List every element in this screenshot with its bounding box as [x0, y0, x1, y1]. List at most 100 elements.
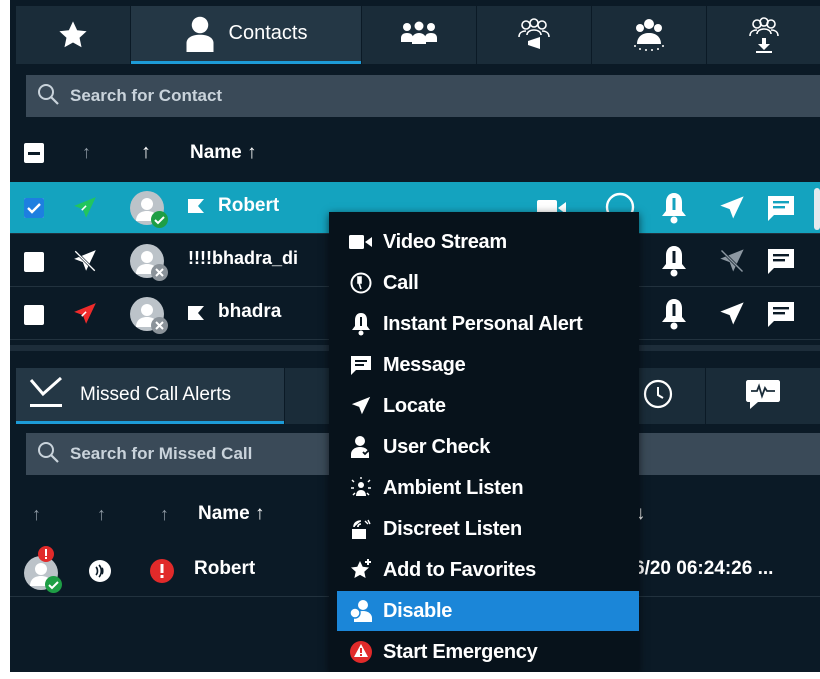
- message-icon[interactable]: [766, 193, 796, 228]
- disable-user-icon: [349, 599, 373, 623]
- menu-item-label: Call: [383, 271, 419, 294]
- user-check-icon: [349, 435, 373, 459]
- offline-badge-icon: [151, 317, 168, 334]
- sort-col3-icon[interactable]: ↑: [160, 504, 169, 525]
- tab-groups[interactable]: [362, 6, 476, 64]
- contact-search-placeholder: Search for Contact: [70, 86, 223, 105]
- tab-contacts-label: Contacts: [228, 22, 308, 44]
- missed-name-column-header[interactable]: Name ↑: [198, 503, 265, 525]
- row-checkbox[interactable]: [24, 252, 44, 272]
- search-icon: [36, 440, 60, 469]
- flag-icon: [188, 199, 204, 218]
- talkgroup-icon: [629, 16, 669, 54]
- locate-icon[interactable]: [718, 194, 746, 227]
- sort-col1-icon[interactable]: ↑: [32, 504, 41, 525]
- download-group-icon: [744, 16, 784, 54]
- audio-icon: [88, 559, 112, 588]
- tab-contacts[interactable]: Contacts: [131, 6, 361, 64]
- menu-item-label: Start Emergency: [383, 640, 538, 663]
- online-badge-icon: [45, 576, 62, 593]
- ambient-listen-icon: [349, 476, 373, 500]
- menu-item-disable[interactable]: Disable: [337, 591, 639, 631]
- tab-download-groups[interactable]: [707, 6, 820, 64]
- row-checkbox[interactable]: [24, 198, 44, 218]
- broadcast-group-icon: [514, 17, 554, 53]
- avatar: [130, 297, 168, 334]
- online-badge-icon: [151, 211, 168, 228]
- search-icon: [36, 82, 60, 111]
- missed-call-icon: [28, 374, 64, 415]
- avatar: [24, 546, 62, 593]
- no-location-icon[interactable]: [718, 247, 746, 280]
- row-checkbox[interactable]: [24, 305, 44, 325]
- menu-item-ambient-listen[interactable]: Ambient Listen: [337, 468, 639, 508]
- scrollbar-thumb[interactable]: [814, 188, 820, 230]
- audio-message-icon: [744, 378, 782, 415]
- menu-item-label: Message: [383, 353, 466, 376]
- sort-avatar-icon[interactable]: ↑: [141, 141, 151, 164]
- menu-item-label: Disable: [383, 599, 453, 622]
- top-tab-bar: Contacts: [10, 0, 820, 66]
- contact-search-input[interactable]: Search for Contact: [26, 75, 820, 117]
- menu-item-label: Video Stream: [383, 230, 507, 253]
- menu-item-label: Locate: [383, 394, 446, 417]
- menu-item-label: Instant Personal Alert: [383, 312, 583, 335]
- tab-broadcast-groups[interactable]: [477, 6, 591, 64]
- menu-item-label: Discreet Listen: [383, 517, 522, 540]
- bell-icon[interactable]: [660, 298, 688, 335]
- location-arrow-icon: [72, 195, 98, 226]
- select-all-checkbox[interactable]: [24, 143, 44, 163]
- star-add-icon: [349, 558, 373, 582]
- message-icon: [349, 353, 373, 377]
- bell-icon[interactable]: [660, 192, 688, 229]
- message-icon[interactable]: [766, 299, 796, 334]
- missed-call-name: Robert: [194, 558, 256, 579]
- call-history-icon: [642, 378, 674, 415]
- menu-item-locate[interactable]: Locate: [337, 386, 639, 426]
- flag-icon: [188, 306, 204, 325]
- contact-name: bhadra: [218, 301, 282, 322]
- sort-status-icon[interactable]: ↑: [82, 142, 91, 163]
- locate-icon: [349, 394, 373, 418]
- bell-icon[interactable]: [660, 245, 688, 282]
- emergency-alert-icon: [149, 558, 175, 589]
- locate-icon[interactable]: [718, 300, 746, 333]
- avatar: [130, 244, 168, 281]
- avatar: [130, 191, 168, 228]
- menu-item-video-stream[interactable]: Video Stream: [337, 222, 639, 262]
- tab-bottom-audio[interactable]: [706, 368, 820, 424]
- no-location-icon: [72, 248, 98, 279]
- tab-talkgroups[interactable]: [592, 6, 706, 64]
- emergency-icon: [349, 640, 373, 664]
- menu-item-label: Ambient Listen: [383, 476, 524, 499]
- missed-call-tab-label: Missed Call Alerts: [80, 383, 231, 405]
- menu-item-start-emergency[interactable]: Start Emergency: [337, 632, 639, 672]
- alert-badge-icon: [38, 546, 54, 562]
- group-icon: [399, 20, 439, 50]
- menu-item-label: User Check: [383, 435, 491, 458]
- menu-item-instant-personal-alert[interactable]: Instant Personal Alert: [337, 304, 639, 344]
- menu-item-add-to-favorites[interactable]: Add to Favorites: [337, 550, 639, 590]
- sort-col2-icon[interactable]: ↑: [97, 504, 106, 525]
- discreet-listen-icon: [349, 517, 373, 541]
- star-icon: [56, 19, 90, 51]
- tab-favorites[interactable]: [16, 6, 130, 64]
- offline-badge-icon: [151, 264, 168, 281]
- tab-missed-call-alerts[interactable]: Missed Call Alerts: [16, 368, 284, 424]
- menu-item-discreet-listen[interactable]: Discreet Listen: [337, 509, 639, 549]
- name-column-header[interactable]: Name ↑: [190, 142, 257, 164]
- call-icon: [349, 271, 373, 295]
- menu-item-label: Add to Favorites: [383, 558, 536, 581]
- tab-bottom-2[interactable]: [285, 368, 331, 424]
- menu-item-user-check[interactable]: User Check: [337, 427, 639, 467]
- contacts-table-header: ↑ ↑ Name ↑: [10, 130, 820, 176]
- contact-icon: [185, 16, 215, 52]
- contact-name: Robert: [218, 195, 280, 216]
- menu-item-call[interactable]: Call: [337, 263, 639, 303]
- missed-call-search-placeholder: Search for Missed Call: [70, 444, 253, 463]
- menu-item-message[interactable]: Message: [337, 345, 639, 385]
- bell-icon: [349, 312, 373, 336]
- context-menu: Video Stream Call Instant Personal Alert…: [329, 212, 639, 672]
- message-icon[interactable]: [766, 246, 796, 281]
- contact-name: !!!!bhadra_di: [188, 248, 298, 268]
